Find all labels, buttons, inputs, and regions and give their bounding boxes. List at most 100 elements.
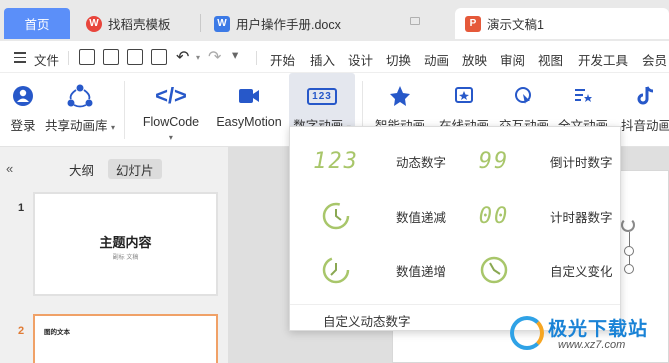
menu-developer[interactable]: 开发工具 [578, 50, 628, 69]
menu-bar: 文件 ↶ ▾ ↷ ▾ 开始 插入 设计 切换 动画 放映 审阅 视图 开发工具 … [0, 41, 669, 73]
login-label: 登录 [10, 119, 36, 133]
login-button[interactable]: 登录 [4, 73, 42, 147]
undo-icon[interactable]: ↶ [176, 47, 189, 67]
dd-label: 数值递增 [396, 264, 447, 279]
clock-decrease-icon [308, 199, 364, 233]
word-doc-icon: W [214, 15, 230, 32]
slide-number: 1 [18, 202, 25, 214]
flowcode-button[interactable]: </> FlowCode ▾ [138, 73, 204, 147]
tab-home[interactable]: 首页 [4, 8, 70, 39]
xz7-logo-icon [510, 316, 544, 350]
tab-doc[interactable]: W 用户操作手册.docx [204, 8, 434, 39]
digits-text: 00 [478, 203, 510, 229]
tab-divider [200, 14, 201, 32]
menu-file[interactable]: 文件 [34, 50, 59, 69]
douyin-animation-label: 抖音动画 [620, 119, 669, 133]
dd-item-decrease[interactable]: 数值递减 [308, 199, 446, 233]
easymotion-button[interactable]: EasyMotion [212, 73, 286, 147]
dropdown-divider [290, 304, 620, 305]
dd-item-countdown[interactable]: 99 倒计时数字 [466, 144, 613, 178]
tab-bar: 首页 W 找稻壳模板 W 用户操作手册.docx P 演示文稿1 [0, 0, 669, 41]
undo-dropdown-icon[interactable]: ▾ [196, 53, 200, 62]
resize-handle[interactable] [624, 246, 634, 256]
slide-panel: « 大纲 幻灯片 1 主题内容 副标 文稿 2 图的文本 [0, 147, 228, 363]
digits-99-icon: 99 [466, 144, 522, 178]
dropdown-caret-icon: ▾ [168, 133, 173, 142]
video-play-icon [238, 83, 260, 109]
dd-item-increase[interactable]: 数值递增 [308, 253, 446, 287]
menu-view[interactable]: 视图 [538, 50, 563, 69]
tab-outline[interactable]: 大纲 [61, 159, 102, 179]
douyin-animation-button[interactable]: 抖音动画 [618, 73, 669, 147]
tab-slides[interactable]: 幻灯片 [108, 159, 162, 179]
dd-item-custom-change[interactable]: 自定义变化 [466, 253, 613, 287]
redo-icon[interactable]: ↷ [208, 47, 221, 67]
daoke-logo-icon: W [86, 15, 102, 32]
digits-text: 99 [478, 148, 510, 174]
slide-thumb-title: 主题内容 [99, 235, 152, 250]
dd-label: 自定义变化 [550, 264, 613, 279]
slide-thumb-title: 图的文本 [44, 329, 70, 336]
collapse-panel-icon[interactable]: « [6, 161, 13, 176]
dropdown-caret-icon: ▾ [111, 123, 116, 132]
share-anim-library-label: 共享动画库 ▾ [45, 115, 115, 134]
star-burst-icon [387, 83, 413, 109]
ribbon-divider [124, 81, 125, 139]
menu-animation[interactable]: 动画 [424, 50, 449, 69]
menu-divider [256, 51, 257, 65]
dd-item-timer[interactable]: 00 计时器数字 [466, 199, 613, 233]
watermark: 极光下载站 www.xz7.com [510, 312, 669, 360]
digits-123-icon: 123 [308, 144, 364, 178]
menu-divider [68, 51, 69, 65]
menu-design[interactable]: 设计 [348, 50, 373, 69]
print-preview-icon[interactable] [151, 49, 167, 65]
watermark-url: www.xz7.com [558, 339, 626, 351]
print-icon[interactable] [127, 49, 143, 65]
dd-label: 动态数字 [396, 155, 447, 170]
rotate-handle-icon[interactable] [621, 218, 635, 232]
custom-dynamic-number-item[interactable]: 自定义动态数字 [323, 311, 411, 330]
slide-thumbnail-2[interactable]: 图的文本 [33, 314, 218, 363]
number-icon-text: 123 [307, 87, 337, 105]
clock-increase-icon [308, 253, 364, 287]
flowcode-label: FlowCode ▾ [143, 115, 199, 143]
clock-custom-icon [466, 253, 522, 287]
watermark-brand: 极光下载站 [548, 319, 649, 340]
hamburger-menu-icon[interactable] [14, 52, 26, 66]
slide-thumbnail-1[interactable]: 主题内容 副标 文稿 [33, 192, 218, 296]
easymotion-label: EasyMotion [216, 115, 282, 129]
slide-thumb-subtitle: 副标 文稿 [112, 255, 139, 261]
export-pdf-icon[interactable] [103, 49, 119, 65]
share-anim-text: 共享动画库 [45, 119, 108, 133]
tab-template[interactable]: W 找稻壳模板 [76, 8, 196, 39]
menu-start[interactable]: 开始 [270, 50, 295, 69]
tab-presentation[interactable]: P 演示文稿1 [455, 8, 669, 39]
share-anim-library-button[interactable]: 共享动画库 ▾ [45, 73, 115, 147]
user-icon [12, 83, 34, 109]
dd-label: 倒计时数字 [550, 155, 613, 170]
dd-label: 计时器数字 [550, 210, 613, 225]
number-animation-dropdown: 123 动态数字 99 倒计时数字 数值递减 00 计时器数字 数值递增 自定义… [289, 126, 621, 331]
presentation-file-icon: P [465, 15, 481, 32]
text-star-icon [572, 83, 594, 109]
menu-transition[interactable]: 切换 [386, 50, 411, 69]
flowcode-text: FlowCode [142, 115, 200, 129]
menu-insert[interactable]: 插入 [310, 50, 335, 69]
dd-item-dynamic-number[interactable]: 123 动态数字 [308, 144, 446, 178]
more-dropdown-icon[interactable]: ▾ [232, 47, 238, 62]
menu-review[interactable]: 审阅 [500, 50, 525, 69]
save-icon[interactable] [79, 49, 95, 65]
menu-slideshow[interactable]: 放映 [462, 50, 487, 69]
cursor-click-icon [514, 83, 534, 109]
tab-presentation-label: 演示文稿1 [487, 18, 544, 32]
tab-doc-label: 用户操作手册.docx [236, 18, 341, 32]
monitor-icon[interactable] [410, 17, 420, 25]
digits-text: 123 [313, 148, 359, 174]
slide-number: 2 [18, 325, 25, 337]
resize-handle[interactable] [624, 264, 634, 274]
star-window-icon [454, 83, 474, 109]
digits-00-icon: 00 [466, 199, 522, 233]
code-brackets-icon: </> [155, 83, 187, 108]
share-nodes-icon [66, 83, 94, 109]
menu-member[interactable]: 会员 [642, 50, 667, 69]
